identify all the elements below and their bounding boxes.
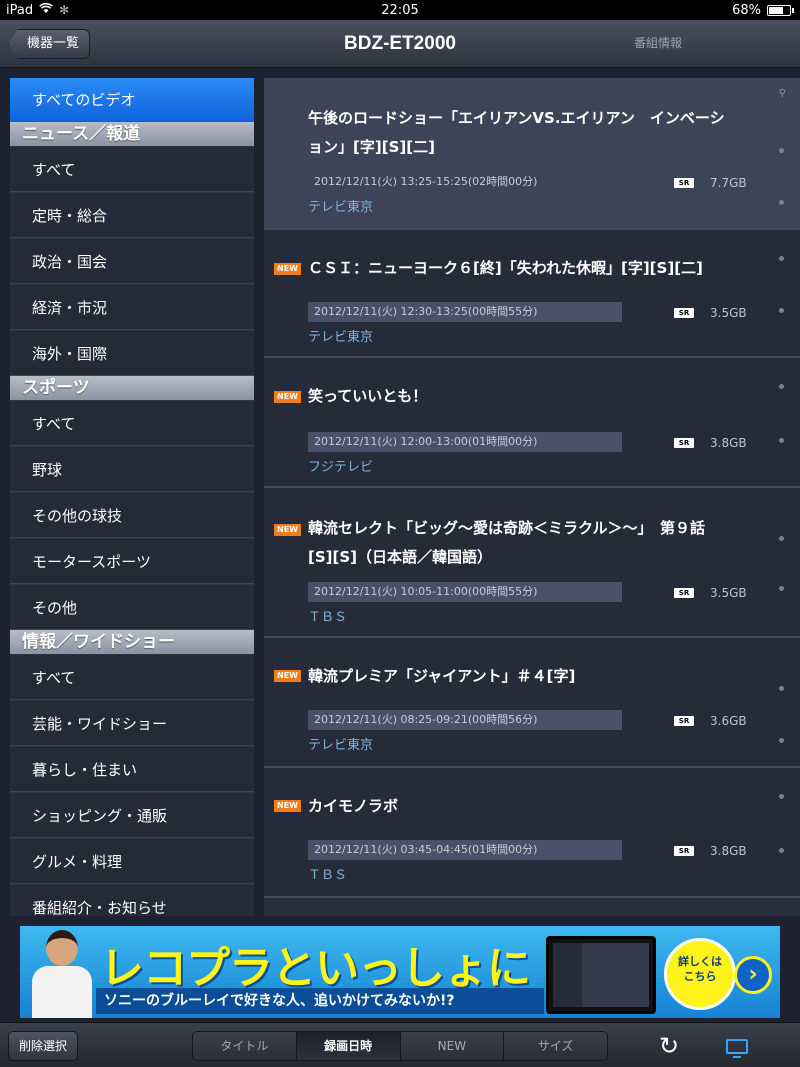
program-info-button[interactable]: 番組情報 [634, 20, 682, 66]
sidebar-item[interactable]: すべて [10, 146, 254, 192]
sort-tab-new[interactable]: NEW [400, 1032, 505, 1060]
recording-datetime: 2012/12/11(火) 12:00-13:00(01時間00分) [308, 432, 622, 452]
new-badge: NEW [274, 800, 301, 812]
recording-datetime: 2012/12/11(火) 08:25-09:21(00時間56分) [308, 710, 622, 730]
new-badge: NEW [274, 263, 301, 275]
recording-row[interactable]: ⚲ 午後のロードショー「エイリアンVS.エイリアン インベーシ ョン」[字][S… [264, 78, 800, 230]
quality-badge: SR [674, 846, 694, 856]
recording-title: 笑っていいとも！ [308, 387, 428, 405]
category-sidebar: すべてのビデオ ニュース／報道 すべて 定時・総合 政治・国会 経済・市況 海外… [10, 78, 254, 916]
navigation-bar: BDZ-ET2000 機器一覧 番組情報 [0, 20, 800, 68]
sort-tab-record-date[interactable]: 録画日時 [296, 1032, 401, 1060]
dot-icon [779, 200, 784, 205]
new-badge: NEW [274, 391, 301, 403]
file-size: 3.8GB [710, 844, 747, 858]
search-icon[interactable]: ⚲ [779, 88, 786, 99]
recording-row[interactable]: NEW 韓流セレクト「ビッグ〜愛は奇跡＜ミラクル＞〜」 第９話 [S][S]（日… [264, 488, 800, 638]
back-button[interactable]: 機器一覧 [8, 29, 91, 59]
sort-tab-title[interactable]: タイトル [193, 1032, 297, 1060]
sidebar-item-all-videos[interactable]: すべてのビデオ [10, 78, 254, 122]
sidebar-item[interactable]: 経済・市況 [10, 284, 254, 330]
recording-row[interactable]: NEW 笑っていいとも！ 2012/12/11(火) 12:00-13:00(0… [264, 358, 800, 488]
dot-icon [779, 586, 784, 591]
recording-title: 午後のロードショー「エイリアンVS.エイリアン インベーシ ョン」[字][S][… [308, 109, 725, 156]
new-badge: NEW [274, 524, 301, 536]
recording-datetime: 2012/12/11(火) 10:05-11:00(00時間55分) [308, 582, 622, 602]
dot-icon [779, 536, 784, 541]
banner-subline: ソニーのブルーレイで好きな人、追いかけてみないか!? [96, 988, 544, 1014]
quality-badge: SR [674, 716, 694, 726]
recording-datetime: 2012/12/11(火) 12:30-13:25(00時間55分) [308, 302, 622, 322]
sidebar-item[interactable]: その他の球技 [10, 492, 254, 538]
tv-icon[interactable] [726, 1039, 748, 1058]
recording-row[interactable]: NEW 韓流プレミア「ジャイアント」＃４[字] 2012/12/11(火) 08… [264, 638, 800, 768]
refresh-icon[interactable]: ↻ [656, 1033, 682, 1059]
sidebar-item[interactable]: 番組紹介・お知らせ [10, 884, 254, 916]
recording-datetime: 2012/12/11(火) 03:45-04:45(01時間00分) [308, 840, 622, 860]
recording-title: 韓流セレクト「ビッグ〜愛は奇跡＜ミラクル＞〜」 第９話 [S][S]（日本語／韓… [308, 519, 706, 566]
sidebar-section-header: スポーツ [10, 376, 254, 400]
channel-name: フジテレビ [308, 460, 374, 475]
channel-name: テレビ東京 [308, 738, 374, 753]
dot-icon [779, 256, 784, 261]
quality-badge: SR [674, 178, 694, 188]
dot-icon [779, 308, 784, 313]
details-label: 詳しくは こちら [678, 955, 722, 983]
sidebar-item[interactable]: すべて [10, 654, 254, 700]
dot-icon [779, 794, 784, 799]
quality-badge: SR [674, 308, 694, 318]
sidebar-item[interactable]: 暮らし・住まい [10, 746, 254, 792]
sidebar-item[interactable]: 政治・国会 [10, 238, 254, 284]
recording-list: ⚲ 午後のロードショー「エイリアンVS.エイリアン インベーシ ョン」[字][S… [264, 78, 800, 916]
tablet-image [546, 936, 656, 1014]
dot-icon [779, 686, 784, 691]
status-bar: iPad ✻ 22:05 68% [0, 0, 800, 20]
recording-datetime: 2012/12/11(火) 13:25-15:25(02時間00分) [314, 175, 538, 188]
sidebar-item[interactable]: その他 [10, 584, 254, 630]
file-size: 7.7GB [710, 176, 747, 190]
channel-name: ＴＢＳ [308, 868, 348, 883]
bottom-toolbar: 削除選択 タイトル 録画日時 NEW サイズ ↻ [0, 1022, 800, 1067]
channel-name: ＴＢＳ [308, 610, 348, 625]
ad-banner[interactable]: レコプラといっしょに ソニーのブルーレイで好きな人、追いかけてみないか!? 詳し… [20, 926, 780, 1018]
sort-tab-size[interactable]: サイズ [504, 1032, 607, 1060]
quality-badge: SR [674, 588, 694, 598]
sidebar-section-header: 情報／ワイドショー [10, 630, 254, 654]
person-image [32, 930, 92, 1018]
new-badge: NEW [274, 670, 301, 682]
banner-headline: レコプラといっしょに [100, 943, 531, 994]
file-size: 3.5GB [710, 586, 747, 600]
sidebar-item[interactable]: 海外・国際 [10, 330, 254, 376]
sidebar-item[interactable]: すべて [10, 400, 254, 446]
file-size: 3.5GB [710, 306, 747, 320]
dot-icon [779, 848, 784, 853]
delete-select-button[interactable]: 削除選択 [8, 1031, 78, 1061]
sort-segmented-control: タイトル 録画日時 NEW サイズ [192, 1031, 608, 1061]
dot-icon [779, 738, 784, 743]
arrow-right-icon: › [734, 956, 772, 994]
dot-icon [779, 384, 784, 389]
recording-row[interactable]: NEW ＣＳＩ：ニューヨーク６[終]「失われた休暇」[字][S][二] 2012… [264, 230, 800, 358]
sidebar-item[interactable]: 芸能・ワイドショー [10, 700, 254, 746]
sidebar-item[interactable]: 定時・総合 [10, 192, 254, 238]
clock: 22:05 [381, 2, 419, 18]
battery-icon [767, 4, 791, 16]
file-size: 3.6GB [710, 714, 747, 728]
recording-title: 韓流プレミア「ジャイアント」＃４[字] [308, 667, 576, 685]
recording-title: ＣＳＩ：ニューヨーク６[終]「失われた休暇」[字][S][二] [308, 259, 703, 277]
sidebar-item[interactable]: ショッピング・通販 [10, 792, 254, 838]
sidebar-item[interactable]: グルメ・料理 [10, 838, 254, 884]
channel-name: テレビ東京 [308, 330, 374, 345]
channel-name: テレビ東京 [308, 200, 374, 215]
recording-title: カイモノラボ [308, 797, 399, 815]
sidebar-section-header: ニュース／報道 [10, 122, 254, 146]
details-button[interactable]: 詳しくは こちら › [664, 936, 774, 1012]
recording-row[interactable]: NEW カイモノラボ 2012/12/11(火) 03:45-04:45(01時… [264, 768, 800, 898]
dot-icon [779, 438, 784, 443]
sidebar-item[interactable]: モータースポーツ [10, 538, 254, 584]
quality-badge: SR [674, 438, 694, 448]
sidebar-item[interactable]: 野球 [10, 446, 254, 492]
file-size: 3.8GB [710, 436, 747, 450]
dot-icon [779, 148, 784, 153]
